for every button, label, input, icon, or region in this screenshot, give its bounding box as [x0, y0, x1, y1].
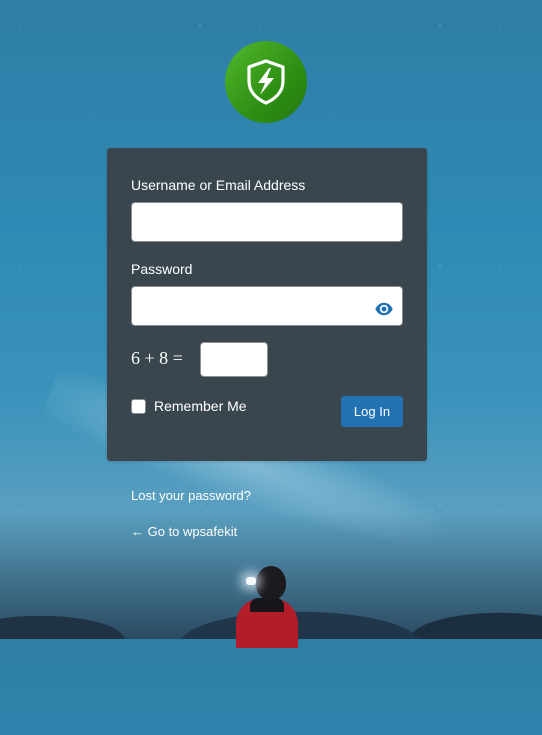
password-input[interactable]: [131, 286, 403, 326]
person-collar: [250, 598, 284, 612]
lost-password-link[interactable]: Lost your password?: [131, 488, 251, 503]
password-label: Password: [131, 261, 193, 277]
username-label: Username or Email Address: [131, 177, 306, 193]
eye-icon: [375, 302, 393, 316]
login-form: Username or Email Address Password 6 + 8…: [107, 148, 427, 461]
show-password-button[interactable]: [371, 296, 397, 322]
back-to-site-link[interactable]: ← Go to wpsafekit: [131, 524, 237, 539]
username-input[interactable]: [131, 202, 403, 242]
site-logo-link[interactable]: [225, 41, 307, 123]
captcha-question: 6 + 8 =: [131, 348, 183, 368]
headlamp: [246, 577, 256, 585]
captcha-answer-input[interactable]: [200, 342, 268, 377]
remember-me-checkbox[interactable]: [131, 398, 146, 414]
shield-lightning-icon: [247, 59, 285, 105]
person-head: [256, 566, 286, 600]
remember-me-row: Remember Me: [131, 398, 247, 414]
remember-me-label[interactable]: Remember Me: [154, 398, 247, 414]
login-button[interactable]: Log In: [341, 396, 403, 427]
